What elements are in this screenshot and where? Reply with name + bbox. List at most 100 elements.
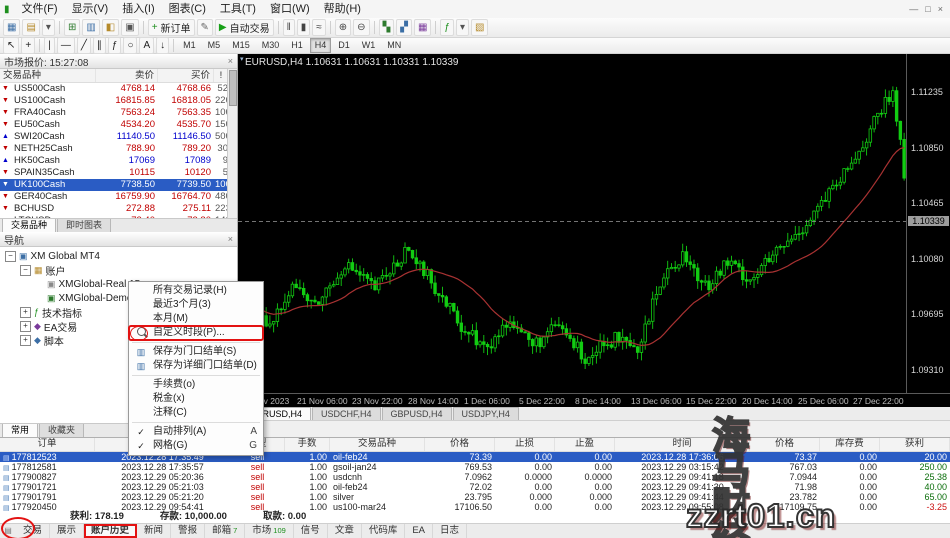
history-column-header[interactable]: 库存费 [820,438,880,451]
zoom-out-icon[interactable]: ⊖ [353,19,369,36]
context-menu-item[interactable]: 所有交易记录(H) [129,284,263,298]
terminal-tab-journal[interactable]: 日志 [433,524,467,538]
history-row-177901791[interactable]: ▤1779017912023.12.29 05:21:20sell1.00sil… [0,492,950,502]
history-column-header[interactable]: 交易品种 [330,438,425,451]
navigator-tab[interactable]: 收藏夹 [39,424,84,438]
history-row-177900827[interactable]: ▤1779008272023.12.29 05:20:36sell1.00usd… [0,472,950,482]
menu-charts[interactable]: 图表(C) [162,0,213,18]
market-row-swi20cash[interactable]: ▲SWI20Cash11140.5011146.50500 [0,131,237,143]
document-icon[interactable]: ▤ [0,524,16,538]
timeframe-m15[interactable]: M15 [227,38,255,53]
menu-file[interactable]: 文件(F) [15,0,65,18]
context-menu-item[interactable]: 税金(x) [129,392,263,406]
shapes-icon[interactable]: ○ [123,37,137,54]
context-menu-item[interactable]: 自定义时段(P)... [129,326,263,340]
fibonacci-icon[interactable]: ƒ [108,37,122,54]
menu-tools[interactable]: 工具(T) [213,0,263,18]
history-column-header[interactable]: 止盈 [555,438,615,451]
history-column-header[interactable]: 价格 [750,438,820,451]
collapse-icon[interactable]: − [20,265,31,276]
terminal-icon[interactable]: ▣ [121,19,138,36]
profiles-dropdown-icon[interactable]: ▾ [42,19,55,36]
restore-icon[interactable]: □ [925,4,930,14]
arrow-tools-icon[interactable]: ↓ [156,37,169,54]
market-watch-icon[interactable]: ⊞ [64,19,80,36]
scrollbar-thumb[interactable] [229,70,237,106]
market-watch-column-header[interactable]: 卖价 [96,69,158,82]
market-watch-column-header[interactable]: 买价 [158,69,214,82]
chart-tab-usdchf[interactable]: USDCHF,H4 [312,407,381,420]
expand-icon[interactable]: + [20,321,31,332]
menu-insert[interactable]: 插入(I) [115,0,161,18]
navigator-icon[interactable]: ◧ [102,19,119,36]
new-chart-icon[interactable]: ▦ [3,19,20,36]
indicators-icon[interactable]: ƒ [440,19,454,36]
periods-dropdown-icon[interactable]: ▾ [456,19,469,36]
auto-trading-button[interactable]: ▶自动交易 [215,19,274,36]
history-row-177901721[interactable]: ▤1779017212023.12.29 05:21:03sell1.00oil… [0,482,950,492]
terminal-tab-news[interactable]: 新闻 [137,524,171,538]
context-menu-item[interactable]: ✓自动排列(A)A [129,425,263,439]
bar-chart-icon[interactable]: ‖ [283,19,295,36]
history-column-header[interactable]: 价格 [425,438,495,451]
close-icon[interactable]: × [938,4,943,14]
market-row-fra40cash[interactable]: ▼FRA40Cash7563.247563.35100 [0,107,237,119]
horizontal-line-icon[interactable]: — [57,37,75,54]
timeframe-m1[interactable]: M1 [178,38,201,53]
terminal-tab-alerts[interactable]: 警报 [171,524,205,538]
context-menu-item[interactable]: ✓网格(G)G [129,439,263,453]
market-watch-scrollbar[interactable] [227,69,237,219]
history-column-header[interactable]: 手数 [285,438,330,451]
market-row-us100cash[interactable]: ▼US100Cash16815.8516818.05220 [0,95,237,107]
vertical-line-icon[interactable]: | [44,37,55,54]
market-row-uk100cash[interactable]: ▼UK100Cash7738.507739.50100 [0,179,237,191]
data-window-icon[interactable]: ▥ [82,19,99,36]
menu-help[interactable]: 帮助(H) [317,0,368,18]
crosshair-icon[interactable]: + [21,37,35,54]
terminal-tab-exposure[interactable]: 展示 [50,524,84,538]
chart-tab-usdjpy[interactable]: USDJPY,H4 [453,407,519,420]
new-order-button[interactable]: +新订单 [148,19,195,36]
context-menu-item[interactable]: 最近3个月(3) [129,298,263,312]
tile-windows-icon[interactable]: ▚ [379,19,395,36]
minimize-icon[interactable]: — [909,4,918,14]
chart-tab-gbpusd[interactable]: GBPUSD,H4 [382,407,452,420]
templates-icon[interactable]: ▧ [471,19,488,36]
market-row-hk50cash[interactable]: ▲HK50Cash17069170899 [0,155,237,167]
market-row-spain35cash[interactable]: ▼SPAIN35Cash10115101205 [0,167,237,179]
metaeditor-icon[interactable]: ✎ [197,19,213,36]
terminal-tab-signals[interactable]: 信号 [294,524,328,538]
channel-icon[interactable]: ∥ [93,37,106,54]
market-watch-column-header[interactable]: 交易品种 [0,69,96,82]
one-click-trading-icon[interactable]: ▾ [240,55,244,63]
navigator-tab[interactable]: 常用 [2,424,38,438]
timeframe-m30[interactable]: M30 [257,38,285,53]
market-row-bchusd[interactable]: ▼BCHUSD272.88275.11223 [0,203,237,215]
line-chart-icon[interactable]: ≈ [312,19,326,36]
menu-view[interactable]: 显示(V) [65,0,116,18]
market-row-eu50cash[interactable]: ▼EU50Cash4534.204535.70150 [0,119,237,131]
terminal-tab-trade[interactable]: 交易 [16,524,50,538]
close-icon[interactable]: × [228,234,233,244]
timeframe-m5[interactable]: M5 [203,38,226,53]
terminal-tab-mailbox[interactable]: 邮箱7 [205,524,245,538]
market-watch-tab[interactable]: 即时图表 [57,219,111,233]
terminal-tab-experts[interactable]: EA [405,524,433,538]
history-column-header[interactable]: 获利 [880,438,950,451]
chart-window[interactable]: ▾ EURUSD,H4 1.10631 1.10631 1.10331 1.10… [238,54,950,407]
timeframe-w1[interactable]: W1 [357,38,381,53]
cascade-windows-icon[interactable]: ▞ [396,19,412,36]
zoom-in-icon[interactable]: ⊕ [335,19,351,36]
context-menu-item[interactable]: 本月(M) [129,312,263,326]
collapse-icon[interactable]: − [5,251,16,262]
nav-root[interactable]: −▣XM Global MT4 [0,249,237,263]
context-menu-item[interactable]: 手续费(o) [129,378,263,392]
timeframe-h4[interactable]: H4 [310,38,332,53]
history-row-177812581[interactable]: ▤1778125812023.12.28 17:35:57sell1.00gso… [0,462,950,472]
timeframe-h1[interactable]: H1 [286,38,308,53]
profiles-icon[interactable]: ▤ [22,19,39,36]
market-row-neth25cash[interactable]: ▼NETH25Cash788.90789.2030 [0,143,237,155]
expand-icon[interactable]: + [20,335,31,346]
timeframe-d1[interactable]: D1 [333,38,355,53]
expand-icon[interactable]: + [20,307,31,318]
